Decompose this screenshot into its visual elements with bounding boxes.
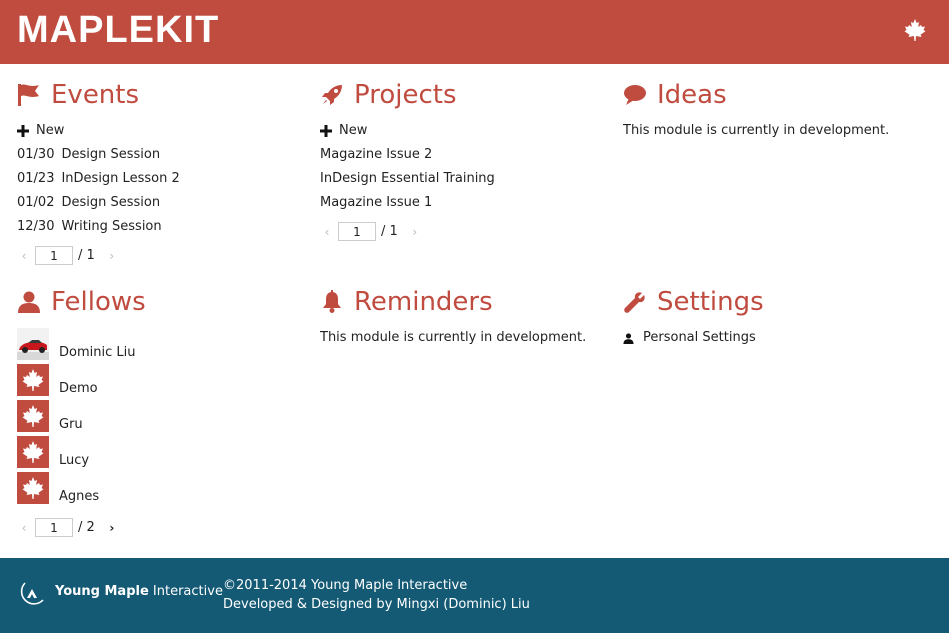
project-item[interactable]: Magazine Issue 1 bbox=[320, 195, 432, 211]
events-pager: ‹ / 1 › bbox=[17, 246, 119, 265]
maple-leaf-icon[interactable] bbox=[903, 18, 927, 42]
new-event-link[interactable]: New bbox=[17, 123, 64, 139]
young-maple-logo-icon[interactable] bbox=[17, 578, 47, 608]
event-item[interactable]: 01/23 InDesign Lesson 2 bbox=[17, 171, 180, 187]
project-item[interactable]: InDesign Essential Training bbox=[320, 171, 495, 187]
fellows-title: Fellows bbox=[51, 287, 146, 317]
footer-brand-rest: Interactive bbox=[152, 584, 223, 599]
projects-title: Projects bbox=[354, 80, 457, 110]
footer-brand: Young Maple Interactive bbox=[55, 584, 223, 600]
event-item[interactable]: 01/30 Design Session bbox=[17, 147, 160, 163]
top-bar: MAPLEKIT bbox=[0, 0, 949, 64]
event-name: Writing Session bbox=[61, 219, 162, 234]
fellows-pager: ‹ / 2 › bbox=[17, 518, 119, 537]
project-item[interactable]: Magazine Issue 2 bbox=[320, 147, 432, 163]
fellow-name: Agnes bbox=[59, 489, 100, 504]
car-avatar bbox=[17, 328, 49, 360]
personal-settings-label: Personal Settings bbox=[643, 330, 756, 345]
app-logo[interactable]: MAPLEKIT bbox=[17, 10, 219, 50]
events-module: Events New 01/30 Design Session 01/23 InDe… bbox=[17, 80, 307, 270]
event-date: 01/23 bbox=[17, 171, 55, 186]
projects-pager: ‹ / 1 › bbox=[320, 222, 422, 241]
next-page-icon[interactable]: › bbox=[105, 521, 119, 535]
event-name: Design Session bbox=[61, 147, 161, 162]
maple-leaf-icon bbox=[17, 436, 49, 468]
page-count: / 1 bbox=[78, 248, 95, 263]
new-project-link[interactable]: New bbox=[320, 123, 367, 139]
footer-brand-bold: Young Maple bbox=[55, 584, 149, 599]
events-title: Events bbox=[51, 80, 140, 110]
event-date: 01/02 bbox=[17, 195, 55, 210]
projects-module: Projects New Magazine Issue 2 InDesign E… bbox=[320, 80, 610, 250]
copyright-text: ©2011-2014 Young Maple Interactive bbox=[223, 578, 468, 593]
user-icon bbox=[18, 291, 40, 313]
ideas-title: Ideas bbox=[657, 80, 727, 110]
fellow-name: Demo bbox=[59, 381, 98, 396]
ideas-status-text: This module is currently in development. bbox=[623, 123, 890, 138]
maple-leaf-icon bbox=[17, 364, 49, 396]
wrench-icon bbox=[624, 292, 645, 313]
footer-info: ©2011-2014 Young Maple Interactive Devel… bbox=[223, 576, 530, 614]
fellow-name: Dominic Liu bbox=[59, 345, 136, 360]
page-input[interactable] bbox=[35, 518, 73, 537]
reminders-module: Reminders This module is currently in de… bbox=[320, 287, 610, 367]
page-count: / 2 bbox=[78, 520, 95, 535]
prev-page-icon[interactable]: ‹ bbox=[320, 225, 334, 239]
maple-leaf-icon bbox=[17, 400, 49, 432]
user-icon bbox=[623, 332, 634, 344]
plus-icon bbox=[17, 125, 29, 137]
fellow-name: Lucy bbox=[59, 453, 90, 468]
fellows-module: Fellows Dominic Liu Demo Gru Lucy Agnes … bbox=[17, 287, 307, 542]
fellow-name: Gru bbox=[59, 417, 83, 432]
event-item[interactable]: 01/02 Design Session bbox=[17, 195, 160, 211]
new-event-label: New bbox=[36, 123, 65, 138]
event-name: Design Session bbox=[61, 195, 161, 210]
next-page-icon[interactable]: › bbox=[408, 225, 422, 239]
maple-leaf-icon bbox=[17, 472, 49, 504]
speech-bubble-icon bbox=[624, 85, 646, 105]
reminders-title: Reminders bbox=[354, 287, 493, 317]
event-date: 01/30 bbox=[17, 147, 55, 162]
bell-icon bbox=[323, 290, 341, 313]
page-input[interactable] bbox=[35, 246, 73, 265]
next-page-icon[interactable]: › bbox=[105, 249, 119, 263]
event-name: InDesign Lesson 2 bbox=[61, 171, 180, 186]
flag-icon bbox=[18, 84, 39, 106]
footer: Young Maple Interactive ©2011-2014 Young… bbox=[0, 558, 949, 633]
plus-icon bbox=[320, 125, 332, 137]
page-input[interactable] bbox=[338, 222, 376, 241]
ideas-module: Ideas This module is currently in develo… bbox=[623, 80, 913, 160]
page-count: / 1 bbox=[381, 224, 398, 239]
new-project-label: New bbox=[339, 123, 368, 138]
event-item[interactable]: 12/30 Writing Session bbox=[17, 219, 162, 235]
prev-page-icon[interactable]: ‹ bbox=[17, 521, 31, 535]
reminders-status-text: This module is currently in development. bbox=[320, 330, 587, 345]
personal-settings-link[interactable]: Personal Settings bbox=[623, 330, 756, 346]
credits-text: Developed & Designed by Mingxi (Dominic)… bbox=[223, 597, 530, 612]
settings-title: Settings bbox=[657, 287, 764, 317]
prev-page-icon[interactable]: ‹ bbox=[17, 249, 31, 263]
settings-module: Settings Personal Settings bbox=[623, 287, 913, 367]
event-date: 12/30 bbox=[17, 219, 55, 234]
rocket-icon bbox=[322, 85, 342, 105]
